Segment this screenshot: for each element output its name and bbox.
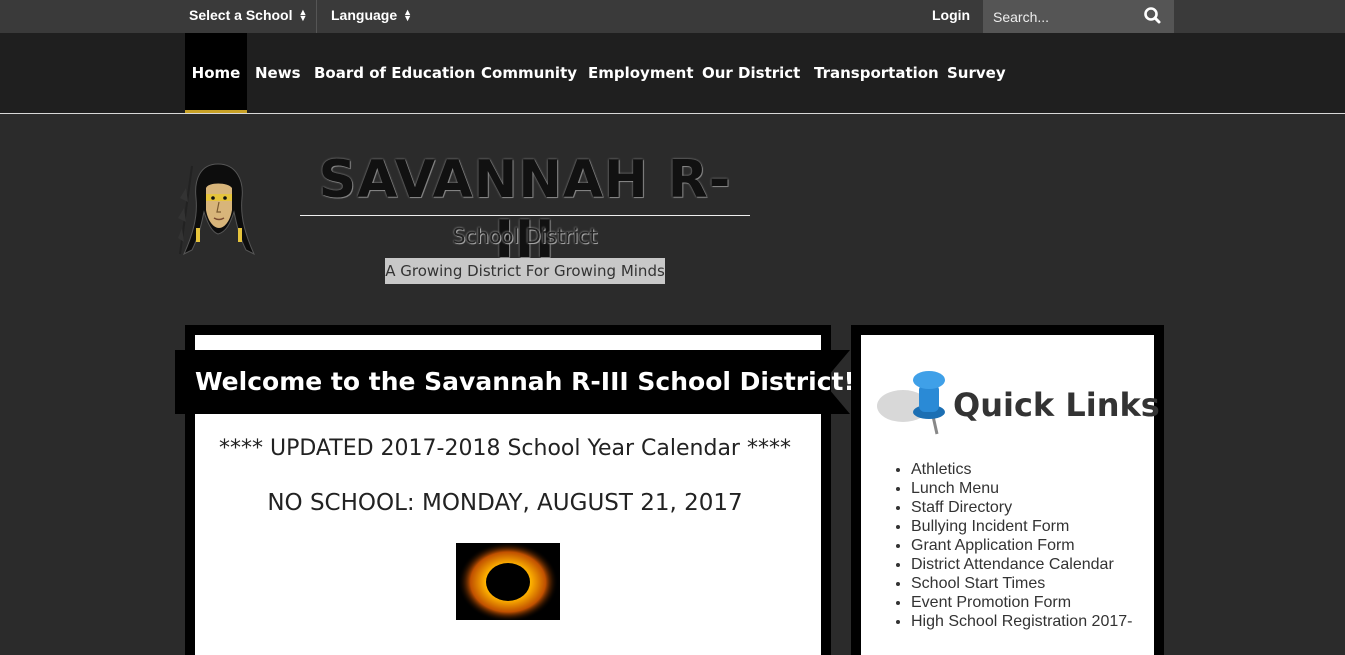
nav-our-district[interactable]: Our District bbox=[702, 33, 800, 113]
nav-survey[interactable]: Survey bbox=[947, 33, 1006, 113]
select-school-dropdown[interactable]: Select a School ▲ ▼ bbox=[189, 0, 307, 33]
site-subtitle: School District bbox=[452, 224, 598, 248]
login-link[interactable]: Login bbox=[932, 0, 970, 33]
quick-links-title: Quick Links bbox=[953, 386, 1160, 424]
sort-caret-icon: ▲ ▼ bbox=[403, 7, 413, 24]
utility-divider bbox=[316, 0, 317, 33]
sort-caret-icon: ▲ ▼ bbox=[298, 7, 308, 24]
no-school-notice: NO SCHOOL: MONDAY, AUGUST 21, 2017 bbox=[267, 490, 743, 516]
eclipse-image bbox=[456, 543, 560, 620]
site-tagline: A Growing District For Growing Minds bbox=[385, 258, 665, 284]
search-input[interactable] bbox=[983, 0, 1133, 33]
language-dropdown[interactable]: Language ▲ ▼ bbox=[331, 0, 412, 33]
nav-news[interactable]: News bbox=[255, 33, 301, 113]
utility-bar: Select a School ▲ ▼ Language ▲ ▼ Login bbox=[0, 0, 1345, 33]
quick-link-athletics[interactable]: Athletics bbox=[911, 460, 1132, 479]
select-school-label: Select a School bbox=[189, 7, 293, 23]
welcome-heading: Welcome to the Savannah R-III School Dis… bbox=[195, 367, 855, 396]
quick-link-grant-form[interactable]: Grant Application Form bbox=[911, 536, 1132, 555]
language-label: Language bbox=[331, 7, 398, 23]
quick-link-hs-registration[interactable]: High School Registration 2017- bbox=[911, 612, 1132, 631]
quick-link-attendance-calendar[interactable]: District Attendance Calendar bbox=[911, 555, 1132, 574]
quick-link-start-times[interactable]: School Start Times bbox=[911, 574, 1132, 593]
quick-links-list: Athletics Lunch Menu Staff Directory Bul… bbox=[891, 460, 1132, 631]
pushpin-icon bbox=[877, 371, 945, 435]
calendar-link[interactable]: **** UPDATED 2017-2018 School Year Calen… bbox=[195, 436, 815, 461]
title-divider bbox=[300, 215, 750, 216]
quick-link-staff-directory[interactable]: Staff Directory bbox=[911, 498, 1132, 517]
school-mascot-logo[interactable] bbox=[178, 158, 260, 260]
nav-transportation[interactable]: Transportation bbox=[814, 33, 939, 113]
nav-employment[interactable]: Employment bbox=[588, 33, 694, 113]
quick-link-event-promotion[interactable]: Event Promotion Form bbox=[911, 593, 1132, 612]
nav-home[interactable]: Home bbox=[185, 33, 247, 113]
quick-link-lunch-menu[interactable]: Lunch Menu bbox=[911, 479, 1132, 498]
search-box bbox=[983, 0, 1174, 33]
search-button[interactable] bbox=[1133, 0, 1174, 33]
nav-community[interactable]: Community bbox=[481, 33, 577, 113]
main-navigation: Home News Board of Education Community E… bbox=[0, 33, 1345, 114]
site-title: SAVANNAH R-III bbox=[318, 150, 732, 270]
search-icon bbox=[1144, 7, 1161, 24]
nav-board-of-education[interactable]: Board of Education bbox=[314, 33, 475, 113]
quick-link-bullying-form[interactable]: Bullying Incident Form bbox=[911, 517, 1132, 536]
